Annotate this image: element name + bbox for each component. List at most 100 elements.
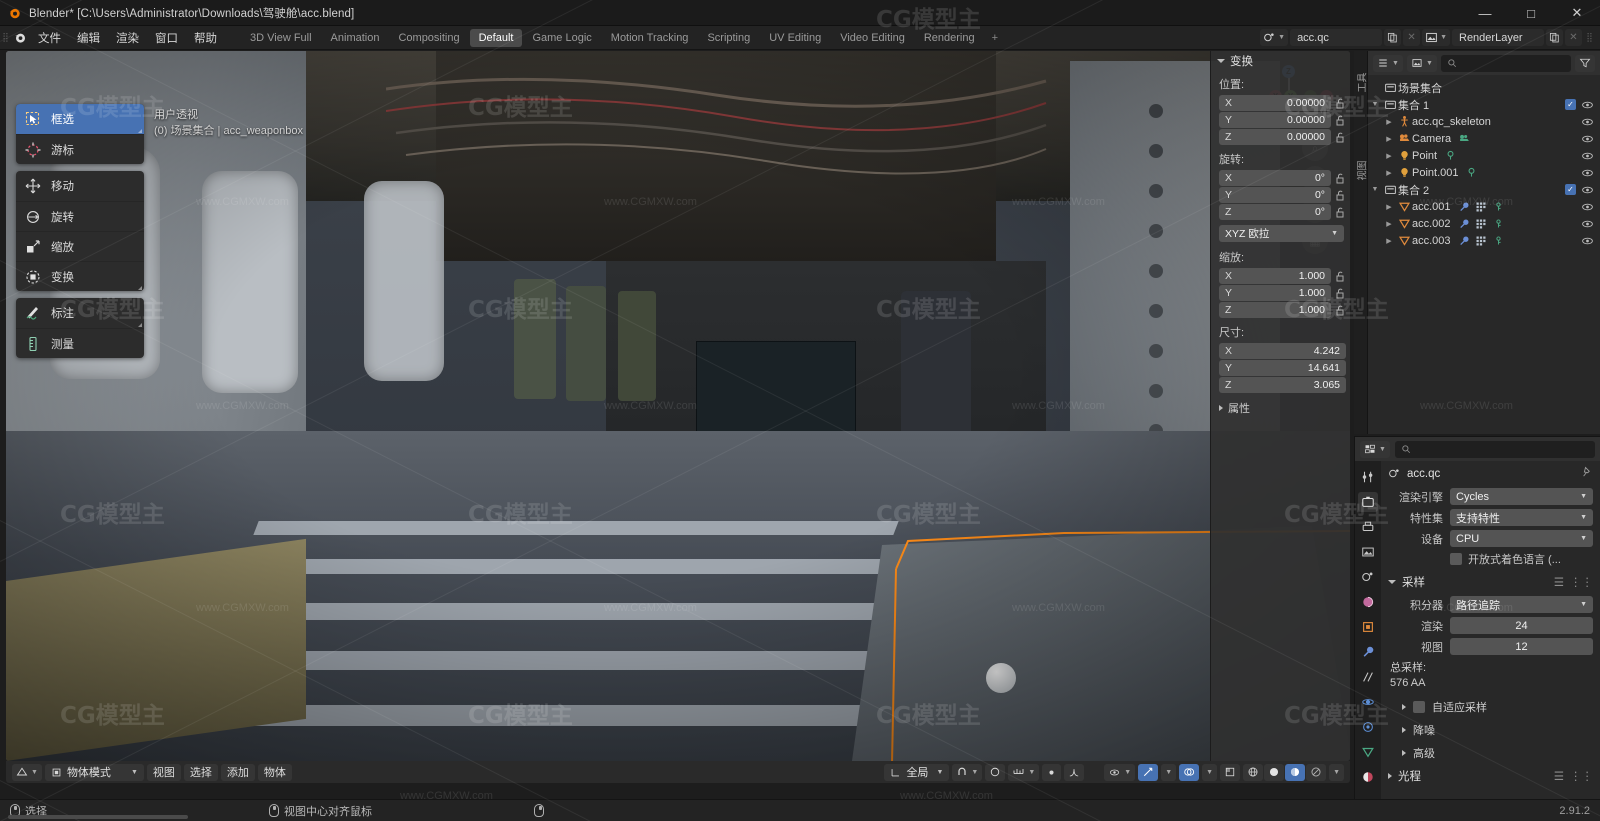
disclosure-triangle-icon[interactable]: ▼ <box>1368 186 1382 193</box>
vertex-group-icon[interactable] <box>1492 234 1505 247</box>
options-dots-icon[interactable]: ⋮⋮ <box>1570 575 1593 589</box>
outliner-filter-button[interactable] <box>1575 54 1595 72</box>
tool-move[interactable]: 移动 <box>16 171 144 201</box>
location-row-x[interactable]: X 0.00000 <box>1211 95 1350 112</box>
3d-viewport[interactable]: 用户透视 (0) 场景集合 | acc_weaponbox 框选 游标 移动 旋… <box>6 51 1350 761</box>
properties-tab-render[interactable] <box>1358 492 1378 512</box>
transform-orientation-dropdown[interactable]: 全局 ▼ <box>884 763 950 781</box>
outliner-row-acc-003[interactable]: ▶ acc.003 <box>1368 232 1600 249</box>
integrator-row[interactable]: 积分器 路径追踪 ▼ <box>1388 596 1593 613</box>
snap-settings-button[interactable]: ▼ <box>1008 763 1040 781</box>
outliner-row-point-001[interactable]: ▶ Point.001 <box>1368 164 1600 181</box>
view-layer-name-field[interactable]: RenderLayer <box>1452 29 1544 46</box>
hide-in-viewport-icon[interactable] <box>1581 166 1594 179</box>
mesh-data-icon[interactable] <box>1475 200 1488 213</box>
light-data-icon[interactable] <box>1465 166 1478 179</box>
location-row-z[interactable]: Z 0.00000 <box>1211 129 1350 146</box>
workspace-tab-rendering[interactable]: Rendering <box>915 29 984 47</box>
workspace-tab-animation[interactable]: Animation <box>322 29 389 47</box>
disclosure-triangle-icon[interactable]: ▶ <box>1382 152 1396 160</box>
hide-in-viewport-icon[interactable] <box>1581 234 1594 247</box>
render-engine-row[interactable]: 渲染引擎 Cycles ▼ <box>1388 488 1593 505</box>
outliner-row-acc-002[interactable]: ▶ acc.002 <box>1368 215 1600 232</box>
scale-row-x[interactable]: X 1.000 <box>1211 268 1350 285</box>
proportional-falloff-button[interactable] <box>1064 763 1085 781</box>
hide-in-viewport-icon[interactable] <box>1581 217 1594 230</box>
disclosure-triangle-icon[interactable]: ▶ <box>1382 203 1396 211</box>
viewport-menu-object[interactable]: 物体 <box>257 763 292 781</box>
unlock-icon[interactable] <box>1334 304 1346 316</box>
properties-tab-data[interactable] <box>1358 742 1378 762</box>
hide-in-viewport-icon[interactable] <box>1581 115 1594 128</box>
mesh-data-icon[interactable] <box>1475 234 1488 247</box>
vertex-group-icon[interactable] <box>1492 200 1505 213</box>
sampling-section-header[interactable]: 采样 ☰ ⋮⋮ <box>1388 574 1593 590</box>
properties-tab-modifier[interactable] <box>1358 642 1378 662</box>
properties-tab-constraint[interactable] <box>1358 717 1378 737</box>
rotation-row-z[interactable]: Z 0° <box>1211 204 1350 221</box>
editor-type-3dview-icon[interactable]: ▼ <box>12 763 42 781</box>
dimensions-row-x[interactable]: X 4.242 <box>1211 343 1350 360</box>
hide-in-viewport-icon[interactable] <box>1581 200 1594 213</box>
light-paths-section-header[interactable]: 光程 ☰ ⋮⋮ <box>1388 768 1593 784</box>
outliner-search-input[interactable] <box>1440 54 1571 72</box>
menu-item-render[interactable]: 渲染 <box>108 27 147 49</box>
viewport-samples-field[interactable]: 12 <box>1450 638 1593 655</box>
outliner-id-type-dropdown[interactable]: ▼ <box>1406 54 1437 72</box>
outliner-row-point[interactable]: ▶ Point <box>1368 147 1600 164</box>
viewport-menu-select[interactable]: 选择 <box>183 763 218 781</box>
modifier-icon[interactable] <box>1458 217 1471 230</box>
disclosure-triangle-icon[interactable]: ▼ <box>1368 101 1382 108</box>
hide-in-viewport-icon[interactable] <box>1581 149 1594 162</box>
viewport-gizmos-button[interactable] <box>1138 763 1159 781</box>
snap-toggle-button[interactable]: ▼ <box>952 763 983 781</box>
properties-tab-world[interactable] <box>1358 592 1378 612</box>
snap-target-button[interactable] <box>1042 763 1062 781</box>
add-workspace-button[interactable]: + <box>985 29 1005 47</box>
collection-exclude-checkbox[interactable]: ✓ <box>1565 99 1576 110</box>
viewport-gizmos-dropdown[interactable]: ▼ <box>1161 763 1177 781</box>
tool-transform[interactable]: 变换 <box>16 261 144 291</box>
vertex-group-icon[interactable] <box>1492 217 1505 230</box>
advanced-subsection[interactable]: 高级 <box>1402 745 1593 761</box>
unlock-icon[interactable] <box>1334 114 1346 126</box>
close-button[interactable]: ✕ <box>1554 0 1600 26</box>
viewport-overlays-dropdown[interactable]: ▼ <box>1202 763 1218 781</box>
disclosure-triangle-icon[interactable]: ▶ <box>1382 237 1396 245</box>
properties-tab-object[interactable] <box>1358 617 1378 637</box>
shading-wireframe[interactable] <box>1243 763 1264 781</box>
workspace-tab-video-editing[interactable]: Video Editing <box>831 29 914 47</box>
editor-type-properties-dropdown[interactable]: ▼ <box>1360 440 1390 458</box>
render-samples-row[interactable]: 渲染 24 <box>1388 617 1593 634</box>
device-row[interactable]: 设备 CPU ▼ <box>1388 530 1593 547</box>
unlock-icon[interactable] <box>1334 270 1346 282</box>
shading-dropdown[interactable]: ▼ <box>1329 763 1344 781</box>
maximize-button[interactable]: □ <box>1508 0 1554 26</box>
dimensions-row-y[interactable]: Y 14.641 <box>1211 360 1350 377</box>
properties-subpanel-header[interactable]: 属性 <box>1211 394 1350 422</box>
disclosure-triangle-icon[interactable]: ▶ <box>1382 169 1396 177</box>
workspace-tab-default[interactable]: Default <box>469 28 523 47</box>
disclosure-triangle-icon[interactable]: ▶ <box>1382 220 1396 228</box>
outliner-row-collection-1[interactable]: ▼ 集合 1 ✓ <box>1368 96 1600 113</box>
outliner-display-mode-dropdown[interactable]: ▼ <box>1373 54 1403 72</box>
remove-view-layer-button[interactable]: ✕ <box>1565 29 1582 46</box>
disclosure-triangle-icon[interactable]: ▶ <box>1382 135 1396 143</box>
unlock-icon[interactable] <box>1334 206 1346 218</box>
unlock-icon[interactable] <box>1334 131 1346 143</box>
integrator-dropdown[interactable]: 路径追踪 ▼ <box>1450 596 1593 613</box>
scale-row-y[interactable]: Y 1.000 <box>1211 285 1350 302</box>
tool-select-box[interactable]: 框选 <box>16 104 144 134</box>
workspace-tab-3d-view-full[interactable]: 3D View Full <box>241 29 321 47</box>
properties-tab-output[interactable] <box>1358 517 1378 537</box>
mesh-data-icon[interactable] <box>1475 217 1488 230</box>
options-dots-icon[interactable]: ⋮⋮ <box>1570 769 1593 783</box>
xray-toggle-button[interactable] <box>1220 763 1241 781</box>
new-scene-button[interactable] <box>1384 29 1402 46</box>
shading-solid[interactable] <box>1264 763 1285 781</box>
rotation-row-x[interactable]: X 0° <box>1211 170 1350 187</box>
camera-data-icon[interactable] <box>1458 132 1471 145</box>
location-row-y[interactable]: Y 0.00000 <box>1211 112 1350 129</box>
adaptive-sampling-checkbox[interactable] <box>1413 701 1425 713</box>
unlock-icon[interactable] <box>1334 97 1346 109</box>
